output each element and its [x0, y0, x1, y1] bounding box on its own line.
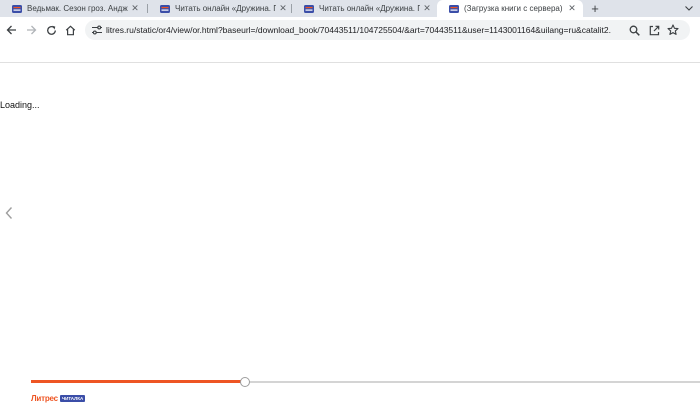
progress-fill [31, 380, 245, 383]
close-icon[interactable]: ✕ [420, 3, 434, 14]
content-divider [0, 62, 700, 63]
chevron-left-icon[interactable] [4, 206, 14, 220]
tab-3-title: Читать онлайн «Дружина. При [319, 4, 420, 13]
close-icon[interactable]: ✕ [565, 3, 579, 14]
litres-favicon [160, 4, 170, 13]
tab-1[interactable]: Ведьмак. Сезон гроз. Анджей С ✕ [0, 0, 146, 17]
zoom-icon[interactable] [627, 23, 641, 37]
tab-1-title: Ведьмак. Сезон гроз. Анджей С [27, 4, 128, 13]
forward-arrow-icon[interactable] [23, 22, 39, 38]
litres-favicon [12, 4, 22, 13]
tab-4-title: (Загрузка книги с сервера) [464, 4, 563, 13]
brand-name: Литрес [31, 393, 58, 403]
tab-2[interactable]: Читать онлайн «Дружина. При ✕ [148, 0, 294, 17]
reload-icon[interactable] [43, 22, 59, 38]
loading-text: Loading... [0, 100, 40, 110]
close-icon[interactable]: ✕ [128, 3, 142, 14]
chevron-down-icon[interactable] [683, 0, 695, 17]
brand-badge: ЧИТАЛКА [59, 394, 86, 402]
tab-strip: Ведьмак. Сезон гроз. Анджей С ✕ Читать о… [0, 0, 700, 17]
bookmark-star-icon[interactable] [666, 23, 680, 37]
new-tab-icon[interactable]: + [588, 0, 602, 17]
tab-2-title: Читать онлайн «Дружина. При [175, 4, 276, 13]
address-bar[interactable]: litres.ru/static/or4/view/or.html?baseur… [85, 20, 690, 40]
progress-slider-handle[interactable] [240, 377, 250, 387]
litres-favicon [449, 4, 459, 13]
browser-toolbar: litres.ru/static/or4/view/or.html?baseur… [0, 17, 700, 43]
tab-3[interactable]: Читать онлайн «Дружина. При ✕ [292, 0, 438, 17]
home-icon[interactable] [62, 22, 78, 38]
litres-reader-logo: Литрес ЧИТАЛКА [31, 393, 86, 403]
close-icon[interactable]: ✕ [276, 3, 290, 14]
litres-favicon [304, 4, 314, 13]
url-text[interactable]: litres.ru/static/or4/view/or.html?baseur… [106, 20, 611, 40]
share-icon[interactable] [647, 23, 661, 37]
site-settings-icon[interactable] [91, 24, 103, 36]
tab-4-active[interactable]: (Загрузка книги с сервера) ✕ [437, 0, 583, 17]
back-arrow-icon[interactable] [3, 22, 19, 38]
